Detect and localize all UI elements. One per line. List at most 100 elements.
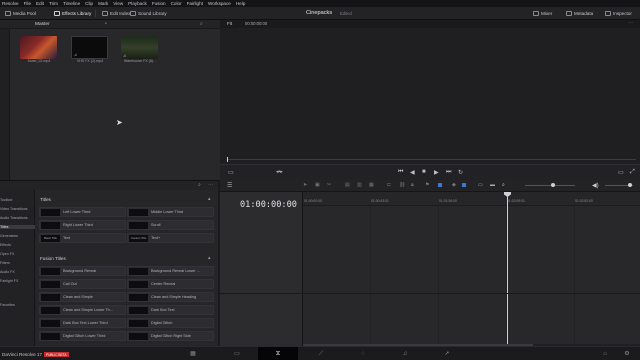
tree-item-audio-transitions[interactable]: Audio Transitions xyxy=(0,216,28,220)
tree-item-fairlight-fx[interactable]: Fairlight FX xyxy=(0,279,18,283)
effect-item[interactable]: Background Reveal Lower ... xyxy=(127,266,214,276)
tree-item-effects[interactable]: Effects xyxy=(0,243,11,247)
metadata-button[interactable]: Metadata xyxy=(566,10,593,17)
collapse-icon[interactable]: ▴ xyxy=(208,255,211,261)
timeline-tracks[interactable]: 01:00:00:00 01:00:43:01 01:01:26:00 01:0… xyxy=(303,192,640,346)
skip-start-icon[interactable]: ⏮ xyxy=(398,169,403,176)
settings-gear-icon[interactable]: ⚙ xyxy=(624,351,630,357)
project-manager-icon[interactable]: ⌂ xyxy=(602,351,608,357)
scrubber-bar[interactable] xyxy=(227,159,636,160)
effects-library-button[interactable]: Effects Library xyxy=(54,10,91,17)
zoom-full-icon[interactable]: ▭ xyxy=(478,182,483,188)
play-icon[interactable]: ▶ xyxy=(434,169,439,176)
match-frame-icon[interactable]: ▭ xyxy=(618,169,624,176)
edit-index-button[interactable]: Edit Index xyxy=(102,10,130,17)
bin-options-icon[interactable]: • xyxy=(105,21,107,27)
page-fairlight-icon[interactable]: ♫ xyxy=(402,351,408,357)
effect-item[interactable]: Dark Box Text xyxy=(127,305,214,315)
clip-thumbnail[interactable] xyxy=(20,36,57,59)
effect-item[interactable]: Digital Glitch xyxy=(127,318,214,328)
trim-tool-icon[interactable]: ▣ xyxy=(315,182,320,188)
inspector-button[interactable]: Inspector xyxy=(605,10,632,17)
replace-clip-icon[interactable]: ▦ xyxy=(369,182,374,188)
marker-color-swatch[interactable] xyxy=(462,183,466,187)
menu-fusion[interactable]: Fusion xyxy=(152,1,166,6)
menu-color[interactable]: Color xyxy=(171,1,182,6)
menu-trim[interactable]: Trim xyxy=(49,1,58,6)
page-fusion-icon[interactable]: ⟋ xyxy=(318,351,324,357)
clip-nav-icon[interactable]: ◂•▸ xyxy=(276,169,283,175)
viewer-options-icon[interactable]: ⋯ xyxy=(628,20,633,26)
search-icon[interactable]: ⌕ xyxy=(200,21,203,27)
effect-item[interactable]: Background Reveal xyxy=(39,266,126,276)
tree-item-audio-fx[interactable]: Audio FX xyxy=(0,270,15,274)
selection-tool-icon[interactable]: ➤ xyxy=(303,182,307,188)
flag-icon[interactable]: ⚑ xyxy=(425,182,429,188)
effect-item[interactable]: Custom Title Text+ xyxy=(127,233,214,243)
snapping-icon[interactable]: ⊏ xyxy=(387,182,391,188)
page-edit-icon[interactable]: ⧖ xyxy=(275,351,281,357)
effect-item[interactable]: Left Lower Third xyxy=(39,207,126,217)
effect-item[interactable]: Clean and Simple xyxy=(39,292,126,302)
menu-edit[interactable]: Edit xyxy=(36,1,44,6)
viewer-mode-icon[interactable]: ▭ xyxy=(228,169,234,176)
menu-workspace[interactable]: Workspace xyxy=(208,1,231,6)
tree-item-titles[interactable]: Titles xyxy=(0,225,35,229)
timeline-view-options-icon[interactable]: ☰ xyxy=(227,182,232,189)
search-icon[interactable]: ⌕ xyxy=(198,182,201,188)
position-lock-icon[interactable]: 🔒︎ xyxy=(411,182,414,188)
zoom-custom-icon[interactable]: ⌕ xyxy=(502,182,505,188)
collapse-icon[interactable]: ▴ xyxy=(208,196,211,202)
reverse-icon[interactable]: ◀ xyxy=(410,169,415,176)
volume-slider-handle[interactable] xyxy=(628,183,632,187)
viewer-fullscreen-icon[interactable]: ⤢ xyxy=(630,169,635,176)
zoom-detail-icon[interactable]: ▬ xyxy=(490,182,495,188)
overwrite-clip-icon[interactable]: ▥ xyxy=(357,182,362,188)
bin-label[interactable]: Master xyxy=(35,22,50,27)
menu-help[interactable]: Help xyxy=(236,1,245,6)
page-media-icon[interactable]: ▦ xyxy=(190,351,196,357)
clip-thumbnail[interactable]: ♫ xyxy=(71,36,108,59)
effect-item[interactable]: Digital Glitch Lower Third xyxy=(39,331,126,341)
page-deliver-icon[interactable]: ➚ xyxy=(444,351,450,357)
speaker-icon[interactable]: ◀) xyxy=(592,182,599,189)
clip-thumbnail[interactable]: ♫ xyxy=(121,36,158,59)
effect-item[interactable]: Clean and Simple Heading xyxy=(127,292,214,302)
page-color-icon[interactable]: ◌ xyxy=(360,351,366,357)
viewer-canvas[interactable] xyxy=(220,28,640,176)
loop-icon[interactable]: ↻ xyxy=(458,169,463,176)
zoom-slider-handle[interactable] xyxy=(551,183,555,187)
effect-item[interactable]: Center Reveal xyxy=(127,279,214,289)
tree-item-filters[interactable]: Filters xyxy=(0,261,10,265)
effect-item[interactable]: Digital Glitch Right Side xyxy=(127,331,214,341)
zoom-fit-dropdown[interactable]: Fit xyxy=(227,21,232,26)
menu-view[interactable]: View xyxy=(113,1,123,6)
effect-item[interactable]: Middle Lower Third xyxy=(127,207,214,217)
effect-item[interactable]: Basic Title Text xyxy=(39,233,126,243)
menu-playback[interactable]: Playback xyxy=(128,1,147,6)
more-options-icon[interactable]: ⋯ xyxy=(208,182,213,188)
menu-resolve[interactable]: Resolve xyxy=(2,1,19,6)
effect-item[interactable]: Right Lower Third xyxy=(39,220,126,230)
tree-item-open-fx[interactable]: Open FX xyxy=(0,252,14,256)
tree-item-favorites[interactable]: Favorites xyxy=(0,303,15,307)
menu-file[interactable]: File xyxy=(24,1,31,6)
tree-item-video-transitions[interactable]: Video Transitions xyxy=(0,207,28,211)
stop-icon[interactable]: ■ xyxy=(422,169,426,175)
menu-clip[interactable]: Clip xyxy=(85,1,93,6)
zoom-slider[interactable] xyxy=(525,185,575,186)
sound-library-button[interactable]: Sound Library xyxy=(130,10,167,17)
bin-list-sidebar[interactable] xyxy=(0,29,10,180)
playhead[interactable] xyxy=(507,194,508,346)
flag-color-swatch[interactable] xyxy=(438,183,442,187)
effect-item[interactable]: Scroll xyxy=(127,220,214,230)
link-icon[interactable]: ⛓ xyxy=(399,182,405,188)
tree-item-toolbox[interactable]: Toolbox xyxy=(0,198,12,202)
menu-fairlight[interactable]: Fairlight xyxy=(187,1,203,6)
insert-clip-icon[interactable]: ▤ xyxy=(345,182,350,188)
page-cut-icon[interactable]: ▭ xyxy=(234,351,240,357)
mixer-button[interactable]: Mixer xyxy=(533,10,552,17)
marker-icon[interactable]: ◆ xyxy=(452,182,456,188)
media-pool-button[interactable]: Media Pool xyxy=(5,10,36,17)
skip-end-icon[interactable]: ⏭ xyxy=(446,169,451,176)
